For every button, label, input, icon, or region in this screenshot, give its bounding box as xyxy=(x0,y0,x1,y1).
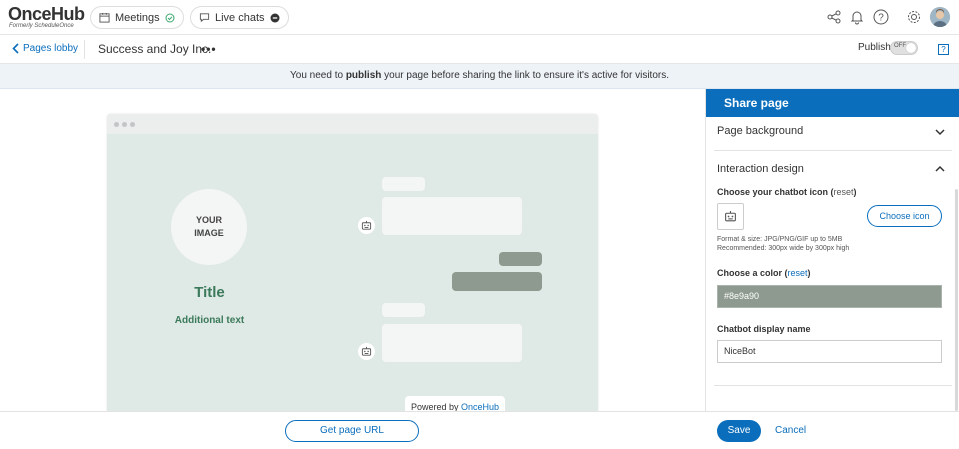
cancel-button[interactable]: Cancel xyxy=(775,425,806,436)
publish-toggle[interactable]: OFF xyxy=(890,41,918,55)
back-to-pages-lobby-link[interactable]: Pages lobby xyxy=(12,43,78,54)
meetings-label: Meetings xyxy=(115,11,160,24)
page-title: Success and Joy Inc. xyxy=(98,42,212,56)
window-dot xyxy=(122,122,127,127)
toggle-state-text: OFF xyxy=(894,43,906,49)
section-divider xyxy=(714,385,952,386)
get-page-url-button[interactable]: Get page URL xyxy=(285,420,419,442)
color-label: Choose a color (reset) xyxy=(717,268,811,278)
reset-color-link[interactable]: reset xyxy=(788,268,808,278)
window-dot xyxy=(130,122,135,127)
publish-label: Publish xyxy=(858,42,891,53)
choose-icon-button[interactable]: Choose icon xyxy=(867,205,942,227)
publish-warning-banner: You need to publish your page before sha… xyxy=(0,64,959,89)
color-label-text: Choose a color xyxy=(717,268,783,278)
minus-circle-icon xyxy=(270,13,280,22)
toggle-knob xyxy=(906,43,916,53)
section-divider xyxy=(714,150,952,151)
gear-icon[interactable] xyxy=(906,9,922,25)
bot-message-placeholder xyxy=(382,324,522,362)
preview-additional-text: Additional text xyxy=(174,315,245,326)
panel-header: Share page xyxy=(706,89,959,117)
panel-scrollbar[interactable] xyxy=(955,189,958,411)
bell-icon[interactable] xyxy=(849,9,865,25)
powered-by-badge[interactable]: Powered by OnceHub xyxy=(405,396,505,411)
display-name-label: Chatbot display name xyxy=(717,324,811,334)
chatbot-icon-preview xyxy=(717,203,744,230)
oncehub-logo[interactable]: OnceHub Formerly ScheduleOnce xyxy=(8,5,85,30)
bot-message-placeholder xyxy=(382,197,522,235)
chatbot-avatar-icon xyxy=(358,217,375,234)
icon-size-hint: Recommended: 300px wide by 300px high xyxy=(717,245,850,252)
chevron-left-icon xyxy=(12,43,19,54)
browser-mockup: YOUR IMAGE Title Additional text Powered… xyxy=(107,114,598,411)
color-input[interactable]: #8e9a90 xyxy=(717,285,942,308)
bot-message-placeholder xyxy=(382,177,425,191)
help-icon[interactable]: ? xyxy=(938,44,949,55)
more-options-button[interactable]: ••• xyxy=(201,42,217,56)
calendar-icon xyxy=(99,12,110,23)
banner-text-after: your page before sharing the link to ens… xyxy=(381,70,669,81)
icon-format-hint: Format & size: JPG/PNG/GIF up to 5MB xyxy=(717,236,843,243)
page-background-section-toggle[interactable]: Page background xyxy=(717,125,803,137)
interaction-design-section-toggle[interactable]: Interaction design xyxy=(717,163,804,175)
chatbot-icon-label-text: Choose your chatbot icon xyxy=(717,187,829,197)
page-preview-area: YOUR IMAGE Title Additional text Powered… xyxy=(0,89,705,411)
svg-text:?: ? xyxy=(878,13,884,24)
powered-by-prefix: Powered by xyxy=(410,402,461,411)
share-icon[interactable] xyxy=(826,9,842,25)
user-message-placeholder xyxy=(452,272,542,291)
help-circle-icon[interactable]: ? xyxy=(873,9,889,25)
chevron-up-icon[interactable] xyxy=(935,164,945,174)
bot-message-placeholder xyxy=(382,303,425,317)
bottom-action-bar: Get page URL Save Cancel xyxy=(0,411,959,449)
live-chats-label: Live chats xyxy=(215,11,265,24)
user-message-placeholder xyxy=(499,252,542,266)
logo-tagline: Formerly ScheduleOnce xyxy=(9,23,74,29)
avatar-image xyxy=(930,7,950,27)
save-button[interactable]: Save xyxy=(717,420,761,442)
meetings-button[interactable]: Meetings xyxy=(90,6,184,29)
user-avatar[interactable] xyxy=(930,7,950,27)
page-toolbar: Pages lobby Success and Joy Inc. ••• Pub… xyxy=(0,35,959,64)
chatbot-icon-label: Choose your chatbot icon (reset) xyxy=(717,187,857,197)
chatbot-display-name-input[interactable]: NiceBot xyxy=(717,340,942,363)
banner-text-before: You need to xyxy=(290,70,346,81)
powered-by-brand: OnceHub xyxy=(461,402,500,411)
chevron-down-icon[interactable] xyxy=(935,127,945,137)
banner-text-bold: publish xyxy=(345,70,382,81)
image-placeholder-line1: YOUR xyxy=(195,215,222,225)
share-page-panel: Share page Page background Interaction d… xyxy=(705,89,959,411)
preview-title: Title xyxy=(194,284,225,301)
top-navigation-bar: OnceHub Formerly ScheduleOnce Meetings L… xyxy=(0,0,959,35)
reset-icon-link[interactable]: reset xyxy=(834,187,854,197)
browser-title-bar xyxy=(107,114,598,134)
robot-icon xyxy=(725,211,736,222)
image-placeholder: YOUR IMAGE xyxy=(171,189,247,265)
live-chats-button[interactable]: Live chats xyxy=(190,6,289,29)
window-dot xyxy=(114,122,119,127)
image-placeholder-line2: IMAGE xyxy=(194,228,224,238)
logo-wordmark: OnceHub xyxy=(8,4,85,24)
check-circle-icon xyxy=(165,13,175,22)
toolbar-divider xyxy=(84,40,85,59)
chatbot-avatar-icon xyxy=(358,343,375,360)
back-link-label: Pages lobby xyxy=(23,43,79,54)
chat-bubble-icon xyxy=(199,13,210,23)
